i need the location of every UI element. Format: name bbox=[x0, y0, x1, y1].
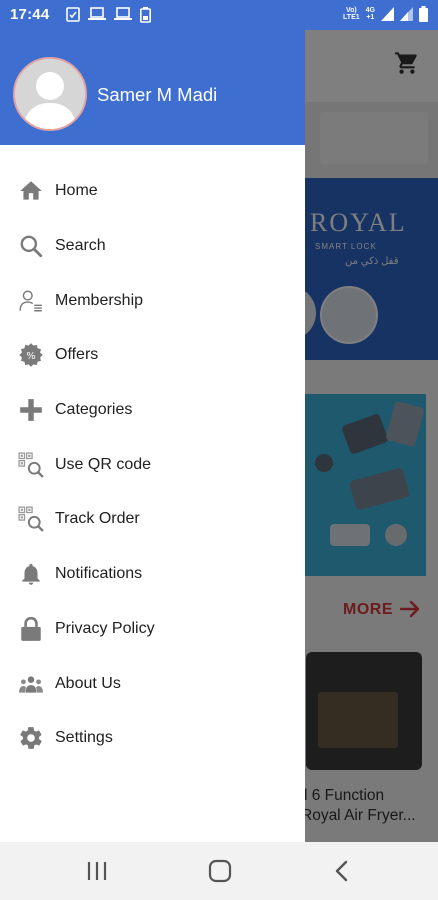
drawer-item-notifications[interactable]: Notifications bbox=[0, 547, 305, 602]
back-button-icon[interactable] bbox=[332, 858, 352, 884]
user-name: Samer M Madi bbox=[97, 84, 218, 105]
drawer-item-label: Use QR code bbox=[55, 455, 152, 473]
search-icon bbox=[18, 233, 44, 259]
battery-saver-icon bbox=[140, 7, 151, 23]
offers-percent-icon: % bbox=[18, 342, 44, 368]
lock-icon bbox=[18, 616, 44, 642]
drawer-item-label: Membership bbox=[55, 291, 144, 309]
drawer-item-track-order[interactable]: Track Order bbox=[0, 492, 305, 547]
drawer-item-search[interactable]: Search bbox=[0, 219, 305, 274]
avatar[interactable] bbox=[13, 57, 87, 131]
drawer-menu: Home Search Membership % Offers Categori… bbox=[0, 164, 305, 766]
gear-icon bbox=[18, 725, 44, 751]
drawer-item-privacy-policy[interactable]: Privacy Policy bbox=[0, 602, 305, 657]
drawer-item-about-us[interactable]: About Us bbox=[0, 656, 305, 711]
membership-icon bbox=[18, 288, 44, 314]
drawer-item-label: Privacy Policy bbox=[55, 619, 155, 637]
status-notification-icons bbox=[66, 7, 151, 23]
drawer-item-label: Offers bbox=[55, 346, 99, 364]
drawer-item-label: Home bbox=[55, 182, 98, 200]
signal-icon bbox=[381, 7, 394, 21]
drawer-item-offers[interactable]: % Offers bbox=[0, 328, 305, 383]
qr-search-icon bbox=[18, 506, 44, 533]
home-icon bbox=[18, 178, 44, 204]
bell-icon bbox=[18, 561, 44, 587]
drawer-item-label: Notifications bbox=[55, 565, 143, 583]
drawer-item-label: Categories bbox=[55, 401, 133, 419]
status-system-icons: Vo) LTE1 4G +1 bbox=[343, 6, 428, 22]
drawer-item-categories[interactable]: Categories bbox=[0, 383, 305, 438]
checkbox-notification-icon bbox=[66, 7, 80, 22]
laptop-icon bbox=[88, 7, 106, 20]
system-navigation-bar bbox=[0, 842, 438, 900]
drawer-item-label: Search bbox=[55, 237, 106, 255]
volte-indicator: Vo) LTE1 bbox=[343, 7, 360, 21]
group-icon bbox=[18, 671, 44, 697]
home-button-icon[interactable] bbox=[207, 858, 233, 884]
drawer-header: Samer M Madi bbox=[0, 30, 305, 145]
status-bar: 17:44 Vo) LTE1 4G +1 bbox=[0, 0, 438, 30]
drawer-item-settings[interactable]: Settings bbox=[0, 711, 305, 766]
signal-icon bbox=[400, 7, 413, 21]
plus-icon bbox=[18, 397, 44, 423]
person-placeholder-icon bbox=[15, 59, 85, 129]
drawer-item-use-qr-code[interactable]: Use QR code bbox=[0, 437, 305, 492]
drawer-item-label: About Us bbox=[55, 674, 121, 692]
navigation-drawer: Samer M Madi Home Search Membership % Of… bbox=[0, 30, 305, 842]
laptop-icon bbox=[114, 7, 132, 20]
recent-apps-icon[interactable] bbox=[86, 858, 108, 884]
network-type-indicator: 4G +1 bbox=[365, 7, 375, 21]
svg-text:%: % bbox=[26, 351, 35, 362]
drawer-item-label: Settings bbox=[55, 729, 113, 747]
status-time: 17:44 bbox=[10, 6, 50, 23]
drawer-item-label: Track Order bbox=[55, 510, 140, 528]
drawer-item-membership[interactable]: Membership bbox=[0, 273, 305, 328]
battery-icon bbox=[419, 6, 428, 22]
qr-search-icon bbox=[18, 452, 44, 478]
drawer-item-home[interactable]: Home bbox=[0, 164, 305, 219]
